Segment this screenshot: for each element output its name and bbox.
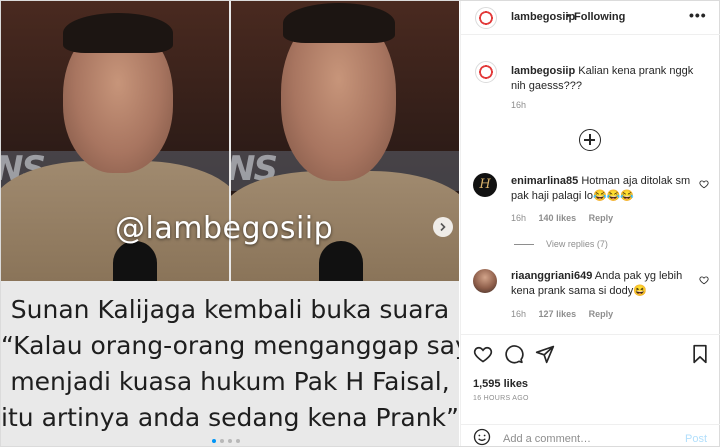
caption-time: 16h <box>511 100 527 110</box>
caption-line-4: itu artinya anda sedang kena Prank” <box>1 403 459 432</box>
caption-username[interactable]: lambegosiip <box>511 65 575 77</box>
more-horizontal-icon[interactable]: ••• <box>689 7 707 23</box>
add-comment-row: Add a comment… Post <box>461 424 720 447</box>
bookmark-icon[interactable] <box>690 344 710 364</box>
comment-likes[interactable]: 140 likes <box>539 213 577 223</box>
following-button[interactable]: Following <box>574 11 625 23</box>
watermark-text: @lambegosiip <box>115 211 334 246</box>
post-panel: lambegosiip • Following ••• lambegosiip … <box>460 1 720 446</box>
comment-username[interactable]: enimarlina85 <box>511 175 578 187</box>
likes-count[interactable]: 1,595 likes <box>473 378 528 390</box>
post-actions: 1,595 likes 16 HOURS AGO Add a comment… … <box>461 334 720 446</box>
commenter-avatar[interactable] <box>473 269 497 293</box>
carousel-dots <box>212 439 240 443</box>
microphone <box>319 241 363 281</box>
heart-icon[interactable] <box>699 275 709 285</box>
chevron-right-icon <box>440 222 446 232</box>
hair <box>63 13 173 53</box>
avatar[interactable] <box>475 7 497 29</box>
comment-time: 16h <box>511 213 527 223</box>
load-more-comments-button[interactable] <box>579 129 601 151</box>
reply-button[interactable]: Reply <box>589 213 614 223</box>
replies-line <box>514 243 534 245</box>
reply-button[interactable]: Reply <box>589 309 614 319</box>
comment-meta: 16h 140 likes Reply <box>511 213 623 223</box>
share-send-icon[interactable] <box>535 344 555 364</box>
carousel-next-button[interactable] <box>433 217 453 237</box>
post-comment-button[interactable]: Post <box>685 433 707 445</box>
view-replies-label: View replies (7) <box>546 239 608 249</box>
hair <box>283 3 395 43</box>
comment-text-block: enimarlina85 Hotman aja ditolak sm pak h… <box>511 174 696 204</box>
post-media[interactable]: NS NS @lambegosiip Sunan Kalijaga kembal… <box>1 1 459 446</box>
comment-icon[interactable] <box>504 344 524 364</box>
post-header: lambegosiip • Following ••• <box>461 1 720 35</box>
emoji-icon[interactable] <box>473 428 491 446</box>
image-caption-area: Sunan Kalijaga kembali buka suara “Kalau… <box>1 281 459 446</box>
caption-text-block: lambegosiip Kalian kena prank nggk nih g… <box>511 64 706 94</box>
carousel-dot <box>212 439 216 443</box>
comment-likes[interactable]: 127 likes <box>539 309 577 319</box>
carousel-dot <box>228 439 232 443</box>
comment-text-block: riaanggriani649 Anda pak yg lebih kena p… <box>511 269 696 299</box>
comment-meta: 16h 127 likes Reply <box>511 309 623 319</box>
caption-avatar[interactable] <box>475 61 497 83</box>
comment-input[interactable]: Add a comment… <box>503 433 591 445</box>
post-time-ago: 16 HOURS AGO <box>473 395 529 402</box>
view-replies-button[interactable]: View replies (7) <box>514 239 608 249</box>
carousel-dot <box>220 439 224 443</box>
header-separator: • <box>566 10 570 22</box>
caption-line-2: “Kalau orang-orang menganggap saya <box>1 331 459 360</box>
carousel-dot <box>236 439 240 443</box>
heart-icon[interactable] <box>699 179 709 189</box>
microphone <box>113 241 157 281</box>
commenter-avatar[interactable]: H <box>473 173 497 197</box>
like-heart-icon[interactable] <box>473 344 493 364</box>
comment-time: 16h <box>511 309 527 319</box>
caption-line-3: menjadi kuasa hukum Pak H Faisal, <box>10 367 450 396</box>
comment-username[interactable]: riaanggriani649 <box>511 270 592 282</box>
caption-line-1: Sunan Kalijaga kembali buka suara <box>10 295 450 324</box>
